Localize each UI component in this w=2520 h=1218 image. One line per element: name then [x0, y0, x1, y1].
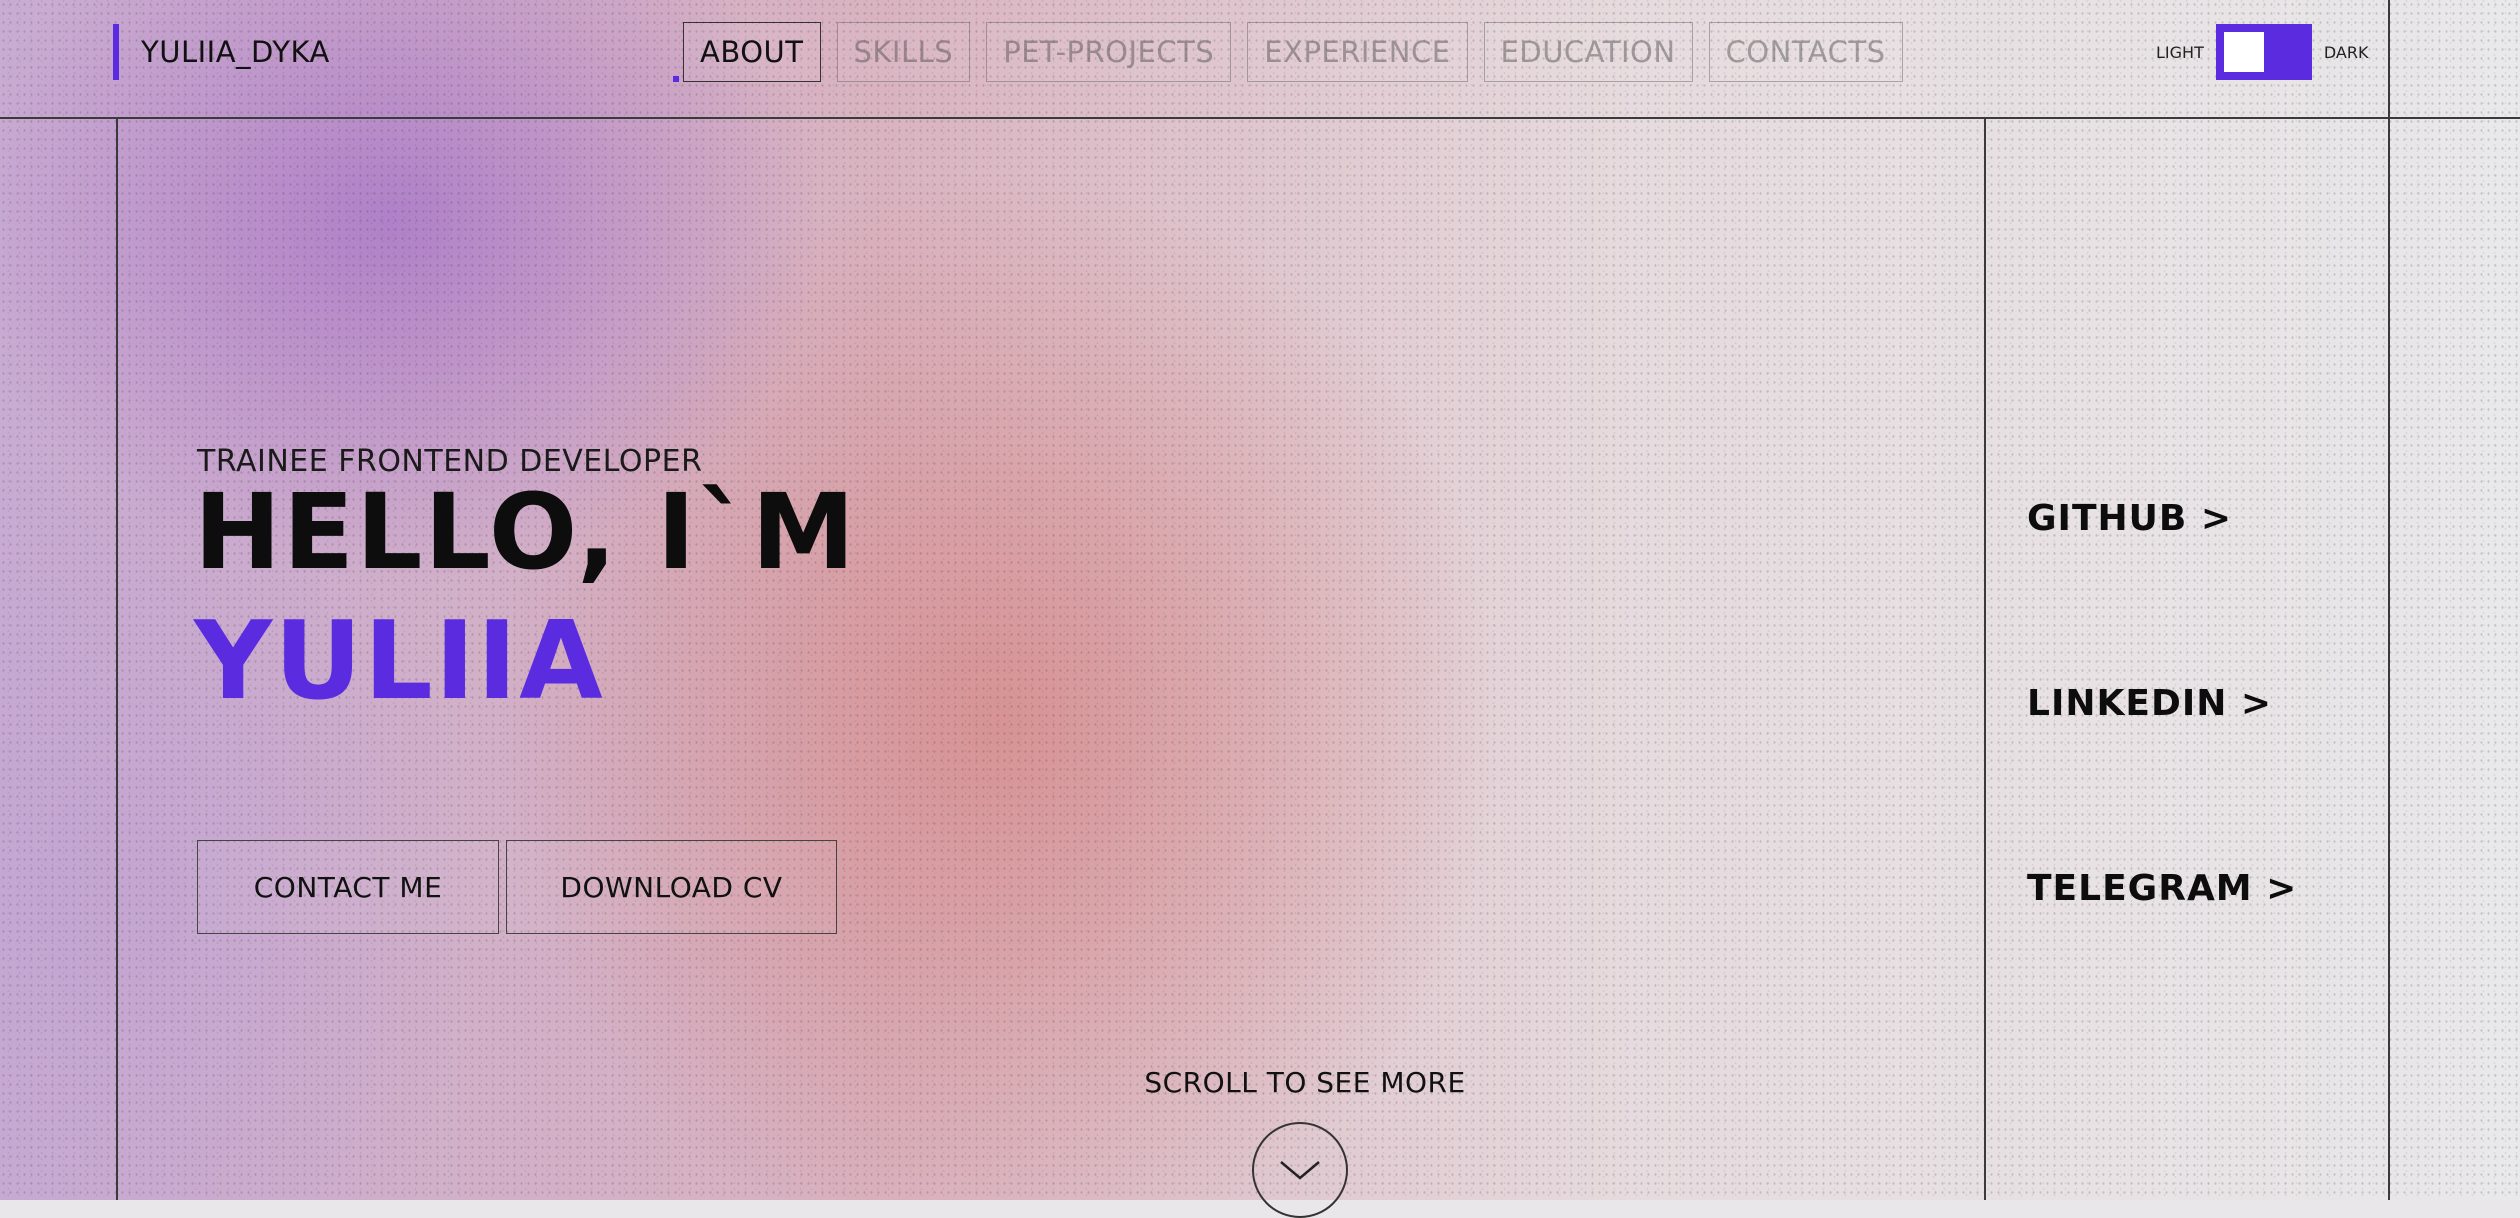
hero-greeting: HELLO, I`M [194, 471, 857, 593]
telegram-link[interactable]: TELEGRAM > [2027, 868, 2297, 909]
social-column-line [1984, 118, 1986, 1200]
header-divider [0, 117, 2520, 119]
theme-toggle[interactable] [2215, 24, 2312, 80]
download-cv-button[interactable]: DOWNLOAD CV [506, 840, 837, 934]
theme-switcher: LIGHT DARK [2156, 24, 2368, 80]
nav-education[interactable]: EDUCATION [1483, 22, 1693, 82]
right-frame-line-top [2388, 0, 2390, 118]
logo-text: YULIIA_DYKA [141, 35, 330, 69]
nav-skills[interactable]: SKILLS [836, 22, 971, 82]
nav-contacts[interactable]: CONTACTS [1708, 22, 1903, 82]
left-frame-line [116, 118, 118, 1200]
scroll-hint: SCROLL TO SEE MORE [1144, 1066, 1466, 1099]
nav-pet-projects[interactable]: PET-PROJECTS [986, 22, 1232, 82]
main-nav: ABOUT SKILLS PET-PROJECTS EXPERIENCE EDU… [683, 22, 1903, 82]
logo[interactable]: YULIIA_DYKA [113, 24, 330, 80]
nav-experience[interactable]: EXPERIENCE [1247, 22, 1468, 82]
nav-about[interactable]: ABOUT [683, 22, 821, 82]
scroll-down-button[interactable] [1252, 1122, 1348, 1218]
theme-dark-label: DARK [2323, 42, 2369, 62]
github-link[interactable]: GITHUB > [2027, 498, 2232, 539]
hero-name: YULIIA [194, 599, 605, 724]
theme-light-label: LIGHT [2156, 42, 2204, 62]
linkedin-link[interactable]: LINKEDIN > [2027, 683, 2272, 724]
contact-me-button[interactable]: CONTACT ME [197, 840, 499, 934]
theme-toggle-knob [2223, 32, 2264, 72]
logo-accent-bar [113, 24, 119, 80]
right-frame-line [2388, 118, 2390, 1200]
chevron-down-icon [1280, 1161, 1320, 1180]
nav-active-indicator [673, 76, 679, 82]
